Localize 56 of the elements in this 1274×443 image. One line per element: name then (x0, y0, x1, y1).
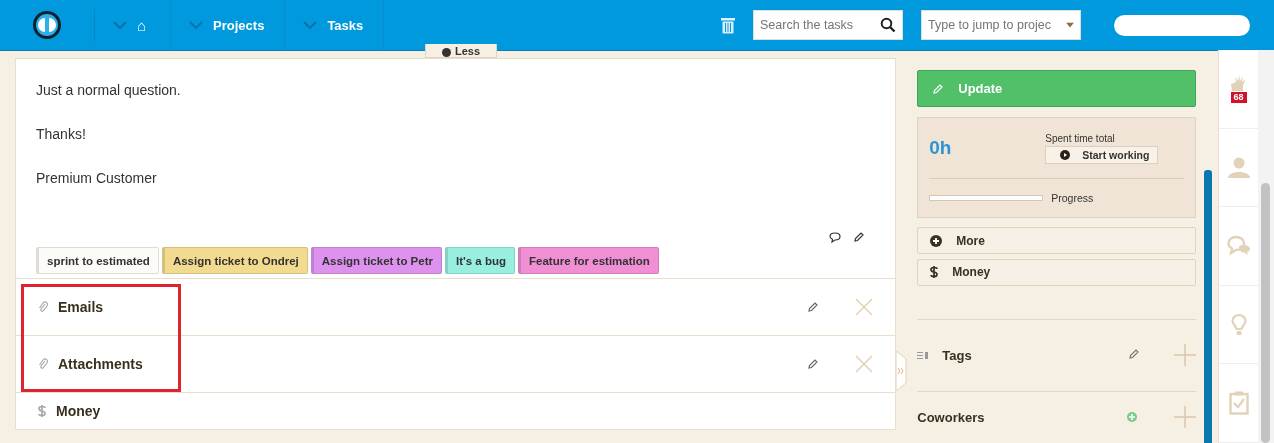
paperclip-icon (38, 301, 48, 313)
description-text: Just a normal question. (36, 81, 182, 99)
section-title: Money (56, 403, 102, 419)
chat-icon[interactable] (1226, 235, 1251, 257)
play-icon (1060, 149, 1071, 160)
search-field[interactable]: Search the tasks (753, 10, 903, 40)
section-title: Attachments (58, 356, 144, 372)
home-icon: ⌂ (137, 16, 147, 34)
scrollbar-thumb[interactable] (1261, 183, 1271, 443)
plus-icon[interactable] (1174, 344, 1197, 367)
person-icon[interactable] (1227, 156, 1250, 179)
sidebar-action[interactable]: Money (917, 258, 1197, 286)
logo-icon[interactable] (33, 11, 61, 39)
trash-icon[interactable] (721, 16, 735, 34)
tag-label[interactable]: sprint to estimated (36, 247, 159, 274)
tags-heading: Tags (942, 347, 973, 363)
tag-label[interactable]: It's a bug (445, 247, 515, 274)
plus-circle-icon (930, 234, 943, 247)
section-title: Emails (58, 299, 105, 315)
less-toggle[interactable]: Less (425, 44, 497, 58)
dollar-icon (930, 266, 939, 279)
pencil-icon[interactable] (853, 231, 866, 243)
description-text: Thanks! (36, 125, 87, 143)
dollar-icon (38, 405, 46, 417)
tag-list-icon (917, 351, 929, 359)
search-icon (880, 17, 896, 33)
chevron-icon (303, 21, 318, 29)
tag-label[interactable]: Feature for estimation (518, 247, 659, 274)
time-total: 0h (929, 137, 953, 160)
dropdown-caret-icon (1066, 22, 1074, 28)
expand-handle-icon[interactable] (896, 351, 909, 391)
progress-label: Progress (1051, 192, 1094, 205)
chevron-icon (189, 21, 204, 29)
count-badge: 68 (1230, 92, 1247, 104)
coworkers-heading: Coworkers (917, 409, 986, 425)
close-icon[interactable] (855, 355, 874, 373)
tag-label[interactable]: Assign ticket to Ondrej (161, 247, 308, 274)
close-icon[interactable] (855, 298, 874, 316)
project-jump-dropdown[interactable]: Type to jump to projec (921, 10, 1081, 40)
spent-time-label: Spent time total (1045, 132, 1116, 144)
pencil-icon[interactable] (807, 358, 820, 370)
start-working-button[interactable]: Start working (1045, 145, 1159, 164)
user-pill-field[interactable] (1114, 14, 1250, 36)
pencil-icon[interactable] (807, 301, 820, 313)
plus-icon[interactable] (1174, 406, 1197, 429)
tag-label[interactable]: Assign ticket to Petr (310, 247, 442, 274)
add-circle-icon[interactable] (1127, 412, 1138, 423)
paperclip-icon (38, 358, 48, 370)
description-text: Premium Customer (36, 169, 158, 187)
comment-icon[interactable] (829, 231, 842, 243)
lightbulb-icon[interactable] (1230, 312, 1247, 337)
hand-icon[interactable] (1229, 74, 1248, 93)
clipboard-check-icon[interactable] (1228, 391, 1249, 416)
chevron-icon (113, 21, 127, 29)
minus-circle-icon (441, 48, 451, 57)
sidebar-action[interactable]: More (917, 227, 1197, 254)
